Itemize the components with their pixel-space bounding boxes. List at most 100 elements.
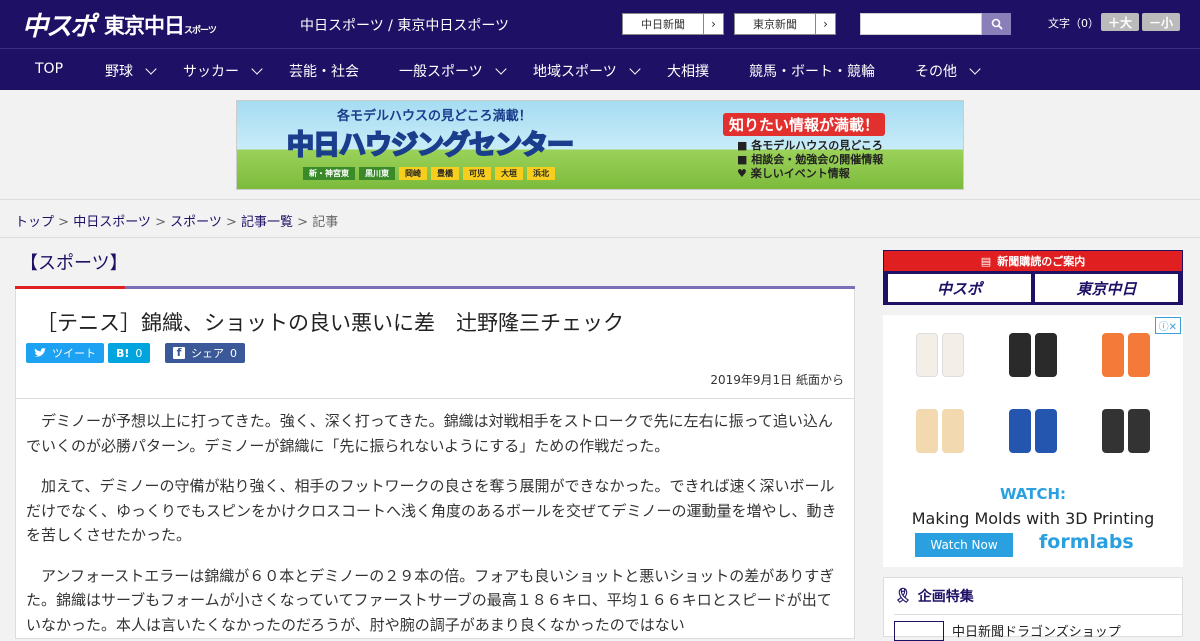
chevron-down-icon	[969, 63, 981, 75]
article-title: ［テニス］錦織、ショットの良い悪いに差 辻野隆三チェック	[36, 311, 624, 335]
facebook-icon: f	[173, 346, 185, 359]
ad-title: 中日ハウジングセンター	[286, 129, 575, 162]
font-size-up-button[interactable]: ＋大	[1101, 13, 1139, 31]
nav-item-general-sports[interactable]: 一般スポーツ	[399, 61, 507, 81]
nav-item-racing[interactable]: 競馬・ボート・競輪	[749, 61, 875, 81]
feature-title-text: 企画特集	[917, 589, 974, 605]
feature-item[interactable]: 中日新聞ドラゴンズショップ	[894, 614, 1182, 641]
nav-label: 競馬・ボート・競輪	[749, 64, 875, 80]
formlabs-ad[interactable]: ⓘ✕ WATCH: Making Molds with 3D Printing …	[883, 315, 1183, 567]
twitter-icon	[34, 348, 46, 357]
ad-feature-line: ♥ 楽しいイベント情報	[737, 167, 850, 180]
nav-item-soccer[interactable]: サッカー	[183, 61, 263, 81]
newspaper-icon: ▤	[980, 254, 992, 268]
top-header: 中スポ 東京中日スポーツ 中日スポーツ / 東京中日スポーツ 中日新聞 › 東京…	[0, 0, 1200, 48]
nav-item-sumo[interactable]: 大相撲	[667, 61, 709, 81]
nav-item-top[interactable]: TOP	[35, 61, 63, 77]
ad-town: 黒川東	[359, 167, 395, 180]
feature-box: 🎗 企画特集 中日新聞ドラゴンズショップ	[883, 577, 1183, 641]
chevron-down-icon	[629, 63, 641, 75]
article-paragraph: デミノーが予想以上に打ってきた。強く、深く打ってきた。錦織は対戦相手をストローク…	[26, 412, 833, 455]
breadcrumb-link-top[interactable]: トップ	[15, 215, 54, 230]
ad-watch-label: WATCH:	[999, 485, 1067, 503]
subscription-logos: 中スポ 東京中日	[884, 271, 1182, 305]
ad-subtitle: Making Molds with 3D Printing	[911, 509, 1155, 528]
chevron-down-icon	[251, 63, 263, 75]
breadcrumb-separator: >	[221, 215, 242, 230]
ad-right-heading: 知りたい情報が満載！	[723, 113, 886, 136]
facebook-share-button[interactable]: f シェア 0	[165, 343, 245, 363]
ad-feature-line: ■ 相談会・勉強会の開催情報	[737, 153, 884, 166]
nav-label: TOP	[35, 61, 64, 77]
site-links[interactable]: 中日スポーツ / 東京中日スポーツ	[300, 15, 509, 35]
nav-label: 大相撲	[667, 64, 709, 80]
logo-tokyo-chunichi[interactable]: 東京中日スポーツ	[104, 10, 217, 40]
tokyo-shimbun-button[interactable]: 東京新聞 ›	[734, 13, 836, 35]
subscription-heading: 新聞購読のご案内	[997, 255, 1086, 268]
article-date: 2019年9月1日 紙面から	[710, 373, 844, 387]
hatena-bookmark-button[interactable]: B! 0	[108, 343, 151, 363]
breadcrumb-link-sports[interactable]: スポーツ	[170, 215, 222, 230]
search-icon	[991, 18, 1003, 30]
tweet-label: ツイート	[52, 347, 96, 360]
ad-top-line: 各モデルハウスの見どころ満載！	[337, 109, 532, 124]
share-count: 0	[230, 346, 237, 360]
logo-tokyo-small: スポーツ	[184, 25, 217, 36]
breadcrumb: トップ > 中日スポーツ > スポーツ > 記事一覧 > 記事	[0, 200, 1200, 238]
ad-town: 岡崎	[399, 167, 427, 180]
ad-town: 大垣	[495, 167, 523, 180]
ad-town: 浜北	[527, 167, 555, 180]
mold-part	[893, 333, 986, 381]
breadcrumb-separator: >	[54, 215, 74, 230]
subscribe-chusupo-logo[interactable]: 中スポ	[888, 274, 1031, 302]
ad-feature-text: 各モデルハウスの見どころ	[751, 139, 883, 152]
search-button[interactable]	[982, 13, 1011, 35]
nav-item-local-sports[interactable]: 地域スポーツ	[533, 61, 641, 81]
ad-town-list: 新・神宮東 黒川東 岡崎 豊橋 可児 大垣 浜北	[303, 167, 555, 180]
housing-center-ad[interactable]: 各モデルハウスの見どころ満載！ 中日ハウジングセンター 新・神宮東 黒川東 岡崎…	[236, 100, 964, 190]
site-logo[interactable]: 中スポ 東京中日スポーツ	[22, 6, 217, 43]
search-input[interactable]	[860, 13, 982, 35]
ad-town: 可児	[463, 167, 491, 180]
chevron-down-icon	[495, 63, 507, 75]
nav-label: 地域スポーツ	[533, 64, 617, 80]
breadcrumb-separator: >	[293, 215, 313, 230]
breadcrumb-link-article-list[interactable]: 記事一覧	[241, 215, 293, 230]
font-size-label: 文字（0）	[1048, 17, 1099, 30]
subscription-box[interactable]: ▤ 新聞購読のご案内 中スポ 東京中日	[883, 250, 1183, 305]
paper-button-label: 東京新聞	[753, 18, 797, 31]
breadcrumb-current: 記事	[312, 215, 339, 230]
mold-part	[986, 409, 1079, 457]
ad-close-icon[interactable]: ⓘ✕	[1154, 317, 1181, 334]
feature-heading: 🎗 企画特集	[894, 586, 974, 606]
font-size-down-button[interactable]: －小	[1142, 13, 1180, 31]
nav-item-entertainment[interactable]: 芸能・社会	[289, 61, 359, 81]
tweet-button[interactable]: ツイート	[26, 343, 104, 363]
breadcrumb-link-chunichi-sports[interactable]: 中日スポーツ	[73, 215, 151, 230]
formlabs-logo: formlabs	[1039, 531, 1134, 553]
ad-feature-text: 楽しいイベント情報	[750, 167, 850, 180]
ad-feature-line: ■ 各モデルハウスの見どころ	[737, 139, 883, 152]
mold-part	[893, 409, 986, 457]
subscription-header: ▤ 新聞購読のご案内	[884, 251, 1182, 271]
chunichi-shimbun-button[interactable]: 中日新聞 ›	[622, 13, 724, 35]
watch-now-button[interactable]: Watch Now	[915, 533, 1013, 557]
logo-chusupo[interactable]: 中スポ	[22, 6, 96, 43]
nav-item-baseball[interactable]: 野球	[105, 61, 157, 81]
ad-town: 新・神宮東	[303, 167, 355, 180]
feature-item-label: 中日新聞ドラゴンズショップ	[952, 625, 1121, 640]
nav-label: 野球	[105, 64, 133, 80]
subscribe-tokyo-chunichi-logo[interactable]: 東京中日	[1035, 274, 1178, 302]
nav-item-other[interactable]: その他	[915, 61, 981, 81]
ribbon-icon: 🎗	[894, 588, 912, 604]
feature-thumbnail	[894, 621, 944, 641]
chevron-down-icon	[145, 63, 157, 75]
category-heading: 【スポーツ】	[20, 253, 128, 274]
nav-label: 一般スポーツ	[399, 64, 483, 80]
article-paragraph: 加えて、デミノーの守備が粘り強く、相手のフットワークの良さを奪う展開ができなかっ…	[26, 477, 837, 544]
mold-part	[1080, 333, 1173, 381]
ad-town: 豊橋	[431, 167, 459, 180]
ad-right-lines: ■ 各モデルハウスの見どころ ■ 相談会・勉強会の開催情報 ♥ 楽しいイベント情…	[737, 139, 883, 181]
share-label: シェア	[191, 347, 224, 360]
mold-part	[986, 333, 1079, 381]
